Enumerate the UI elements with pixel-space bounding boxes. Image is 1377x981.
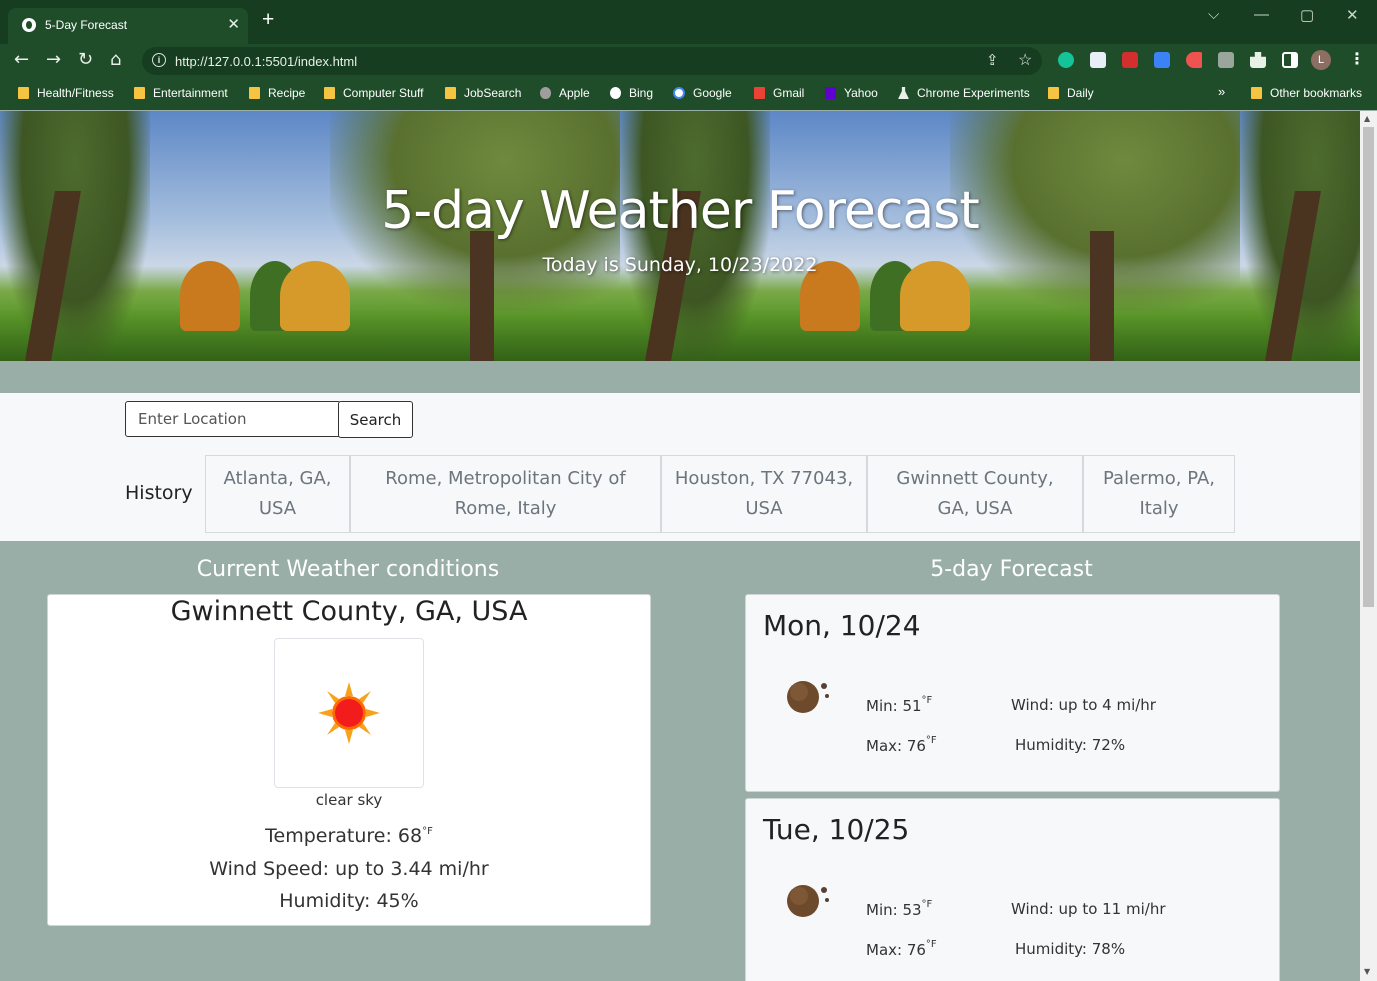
- url-text[interactable]: http://127.0.0.1:5501/index.html: [175, 54, 357, 69]
- globe-icon: [22, 18, 36, 32]
- bing-icon: [610, 87, 621, 99]
- tab-title: 5-Day Forecast: [45, 18, 128, 32]
- pdf-extension-icon[interactable]: [1122, 52, 1138, 68]
- record-extension-icon[interactable]: [1186, 52, 1202, 68]
- scroll-down-icon[interactable]: ▼: [1364, 967, 1370, 976]
- folder-icon: [1048, 87, 1059, 99]
- forecast-date: Tue, 10/25: [763, 813, 910, 846]
- bookmark-bing[interactable]: Bing: [610, 86, 653, 100]
- scroll-up-icon[interactable]: ▲: [1364, 114, 1370, 123]
- history-item-houston[interactable]: Houston, TX 77043, USA: [661, 455, 867, 533]
- profile-avatar[interactable]: L: [1311, 50, 1331, 70]
- home-icon[interactable]: ⌂: [110, 50, 121, 70]
- current-date: Today is Sunday, 10/23/2022: [542, 254, 818, 276]
- apple-icon: [540, 87, 551, 99]
- bookmark-recipe[interactable]: Recipe: [249, 86, 305, 100]
- bookmark-health-fitness[interactable]: Health/Fitness: [18, 86, 114, 100]
- folder-icon: [1251, 87, 1262, 99]
- bookmark-google[interactable]: Google: [673, 86, 732, 100]
- page-title: 5-day Weather Forecast: [381, 181, 980, 241]
- side-panel-icon[interactable]: [1282, 52, 1298, 68]
- forecast-humidity: Humidity: 78%: [1015, 940, 1126, 958]
- current-city: Gwinnett County, GA, USA: [170, 596, 528, 627]
- google-icon: [673, 87, 685, 99]
- bookmark-chrome-experiments[interactable]: Chrome Experiments: [898, 86, 1030, 100]
- bookmark-star-icon[interactable]: ☆: [1018, 50, 1032, 70]
- folder-icon: [18, 87, 29, 99]
- bookmark-jobsearch[interactable]: JobSearch: [445, 86, 521, 100]
- address-bar[interactable]: i http://127.0.0.1:5501/index.html ⇪ ☆: [142, 47, 1042, 75]
- current-weather-heading: Current Weather conditions: [196, 557, 500, 582]
- bookmark-computer-stuff[interactable]: Computer Stuff: [324, 86, 423, 100]
- forecast-day-card: Tue, 10/25 Min: 53°F Max: 76°F Wind: up …: [745, 798, 1280, 981]
- site-info-icon[interactable]: i: [152, 53, 166, 67]
- share-icon[interactable]: ⇪: [986, 51, 999, 69]
- browser-chrome: 5-Day Forecast ✕ + ⌵ — ▢ ✕ ← → ↻ ⌂ i htt…: [0, 0, 1377, 110]
- window-close-button[interactable]: ✕: [1346, 6, 1359, 24]
- history-label: History: [125, 482, 193, 504]
- weather-icon-frame: [274, 638, 424, 788]
- minimize-button[interactable]: —: [1254, 6, 1269, 23]
- more-menu-icon[interactable]: ⋮: [1349, 49, 1365, 68]
- bookmark-apple[interactable]: Apple: [540, 86, 590, 100]
- hero-banner: 5-day Weather Forecast Today is Sunday, …: [0, 111, 1360, 361]
- puzzle-extensions-icon[interactable]: [1250, 52, 1266, 68]
- folder-icon: [134, 87, 145, 99]
- office-extension-icon[interactable]: [1090, 52, 1106, 68]
- folder-icon: [324, 87, 335, 99]
- flask-icon: [898, 87, 909, 99]
- forecast-max: Max: 76°F: [866, 939, 937, 959]
- forecast-min: Min: 53°F: [866, 899, 933, 919]
- weather-description: clear sky: [315, 791, 383, 809]
- current-temperature: Temperature: 68°F: [265, 825, 433, 847]
- bookmark-daily[interactable]: Daily: [1048, 86, 1094, 100]
- night-clear-icon: [787, 681, 829, 713]
- forecast-min: Min: 51°F: [866, 695, 933, 715]
- scrollbar-thumb[interactable]: [1363, 127, 1374, 607]
- bookmark-gmail[interactable]: Gmail: [754, 86, 804, 100]
- page-scrollbar[interactable]: ▲ ▼: [1360, 111, 1377, 981]
- search-button[interactable]: Search: [338, 401, 413, 438]
- maximize-button[interactable]: ▢: [1300, 6, 1314, 24]
- cloud-extension-icon[interactable]: [1154, 52, 1170, 68]
- history-item-gwinnett[interactable]: Gwinnett County, GA, USA: [867, 455, 1083, 533]
- current-weather-card: Gwinnett County, GA, USA clear sky Tempe…: [47, 594, 651, 926]
- forecast-max: Max: 76°F: [866, 735, 937, 755]
- forecast-heading: 5-day Forecast: [930, 557, 1093, 582]
- bookmark-other-bookmarks[interactable]: Other bookmarks: [1251, 86, 1362, 100]
- folder-icon: [249, 87, 260, 99]
- search-panel: Search History Atlanta, GA, USA Rome, Me…: [0, 393, 1360, 541]
- history-item-rome[interactable]: Rome, Metropolitan City of Rome, Italy: [350, 455, 661, 533]
- grammarly-extension-icon[interactable]: [1058, 52, 1074, 68]
- bookmark-yahoo[interactable]: Yahoo: [825, 86, 878, 100]
- gmail-icon: [754, 87, 765, 99]
- bookmarks-bar: Health/Fitness Entertainment Recipe Comp…: [0, 80, 1377, 106]
- current-wind: Wind Speed: up to 3.44 mi/hr: [209, 858, 489, 880]
- browser-tab[interactable]: 5-Day Forecast ✕: [8, 8, 248, 44]
- tab-close-icon[interactable]: ✕: [227, 15, 240, 33]
- yahoo-icon: [825, 87, 836, 99]
- page-viewport: 5-day Weather Forecast Today is Sunday, …: [0, 111, 1360, 981]
- forecast-day-card: Mon, 10/24 Min: 51°F Max: 76°F Wind: up …: [745, 594, 1280, 792]
- forward-arrow-icon[interactable]: →: [46, 50, 61, 70]
- tab-strip: 5-Day Forecast ✕ + ⌵ — ▢ ✕: [0, 0, 1377, 44]
- night-clear-icon: [787, 885, 829, 917]
- location-input[interactable]: [125, 401, 341, 437]
- folder-icon: [445, 87, 456, 99]
- history-item-palermo[interactable]: Palermo, PA, Italy: [1083, 455, 1235, 533]
- bookmark-entertainment[interactable]: Entertainment: [134, 86, 228, 100]
- new-tab-button[interactable]: +: [262, 9, 274, 30]
- forecast-wind: Wind: up to 11 mi/hr: [1011, 900, 1166, 918]
- current-humidity: Humidity: 45%: [279, 890, 419, 912]
- sun-icon: [318, 682, 380, 744]
- forecast-date: Mon, 10/24: [763, 609, 921, 642]
- history-item-atlanta[interactable]: Atlanta, GA, USA: [205, 455, 350, 533]
- code-extension-icon[interactable]: [1218, 52, 1234, 68]
- tab-search-icon[interactable]: ⌵: [1208, 6, 1219, 23]
- forecast-humidity: Humidity: 72%: [1015, 736, 1126, 754]
- back-arrow-icon[interactable]: ←: [14, 50, 29, 70]
- bookmarks-overflow-icon[interactable]: »: [1218, 84, 1225, 99]
- forecast-wind: Wind: up to 4 mi/hr: [1011, 696, 1156, 714]
- reload-icon[interactable]: ↻: [78, 50, 93, 70]
